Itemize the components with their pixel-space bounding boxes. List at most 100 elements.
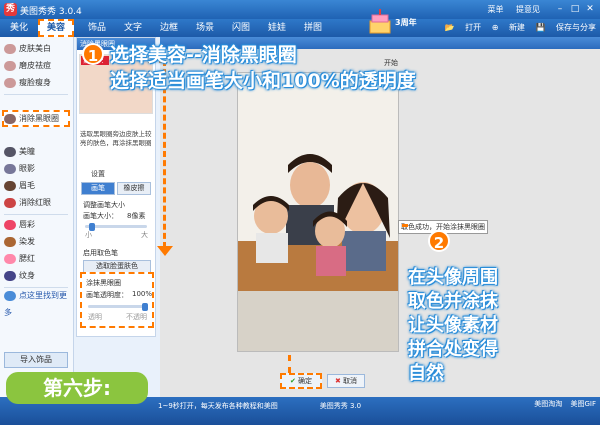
sidebar-item-lip[interactable]: 唇彩	[4, 216, 35, 233]
tab-beauty[interactable]: 美容	[38, 19, 74, 37]
opacity-label: 画笔透明度：	[86, 291, 128, 299]
import-accessory-button[interactable]: 导入饰品	[4, 352, 68, 368]
opacity-value: 100%	[132, 290, 153, 298]
hair-icon	[4, 236, 16, 247]
sidebar-item-red-eye[interactable]: 消除红眼	[4, 194, 51, 211]
family-photo	[238, 73, 398, 351]
app-logo-icon: 秀	[4, 3, 17, 16]
pick-color-label: 启用取色笔	[83, 249, 118, 257]
sidebar-item-skin-whiten[interactable]: 皮肤美白	[4, 40, 51, 57]
confirm-button[interactable]: ✔ 确定	[280, 373, 322, 389]
guide-dash-line	[402, 224, 408, 227]
meitu-gif-link[interactable]: 美图GIF	[570, 400, 596, 408]
step-six-label: 第六步:	[6, 372, 148, 404]
sidebar-item-slim-face[interactable]: 瘦脸瘦身	[4, 74, 51, 91]
brush-big-label: 大	[141, 231, 148, 239]
face-icon	[4, 43, 16, 54]
new-button[interactable]: ⊕ 新建	[492, 23, 525, 32]
step-1-instruction: 选择美容--消除黑眼圈	[110, 44, 297, 66]
more-link[interactable]: 点这里找到更多	[4, 287, 73, 317]
sidebar-item-label: 美瞳	[19, 147, 35, 156]
app-title: 美图秀秀 3.0.4	[20, 7, 82, 17]
face-icon	[4, 60, 16, 71]
sidebar-item-eyeshadow[interactable]: 眼影	[4, 160, 35, 177]
tab-beautify[interactable]: 美化	[2, 19, 36, 37]
minimize-icon[interactable]: –	[553, 3, 567, 15]
more-icon	[4, 290, 16, 301]
sidebar-item-label: 眉毛	[19, 181, 35, 190]
guide-dash-line	[288, 355, 291, 373]
tab-doll[interactable]: 娃娃	[260, 19, 294, 37]
close-icon[interactable]: ✕	[583, 3, 597, 15]
eye-icon	[4, 163, 16, 174]
opacity-slider[interactable]	[88, 305, 148, 308]
eye-icon	[4, 146, 16, 157]
sidebar-item-hair-dye[interactable]: 染发	[4, 233, 35, 250]
file-actions: 📂 打开 ⊕ 新建 💾 保存与分享	[437, 19, 596, 37]
open-label: 打开	[465, 23, 482, 32]
brush-button[interactable]: 画笔	[81, 182, 115, 195]
opacity-settings: 涂抹黑眼圈 画笔透明度： 100% 透明 不透明	[80, 272, 154, 328]
status-text: 1~9秒打开，每天发布各种教程和美图 美图秀秀 3.0	[158, 401, 361, 411]
tab-accessories[interactable]: 饰品	[80, 19, 114, 37]
sidebar-item-dark-circles[interactable]: 消除黑眼圈	[2, 110, 70, 127]
feedback-button[interactable]: 提意见	[516, 5, 540, 14]
sidebar-item-pupil[interactable]: 美瞳	[4, 143, 35, 160]
eye-icon	[4, 113, 16, 124]
divider	[4, 214, 68, 215]
maximize-icon[interactable]: □	[568, 3, 582, 15]
meitu-taotao-link[interactable]: 美图淘淘	[534, 400, 562, 408]
sidebar-item-label: 瘦脸瘦身	[19, 78, 51, 87]
step-2-line: 在头像周围	[408, 267, 498, 288]
eye-icon	[4, 197, 16, 208]
step-2-line: 拼合处变得	[408, 339, 498, 360]
opacity-max-label: 不透明	[126, 313, 147, 321]
step-1-number: 1	[82, 43, 104, 65]
divider	[4, 94, 68, 95]
title-bar: 秀 美图秀秀 3.0.4 菜单 提意见 – □ ✕	[0, 0, 600, 19]
tab-scene[interactable]: 场景	[188, 19, 222, 37]
tab-flash[interactable]: 闪图	[224, 19, 258, 37]
anniversary-badge: 3周年	[395, 17, 417, 27]
eyebrow-icon	[4, 180, 16, 191]
sidebar-item-eyebrow[interactable]: 眉毛	[4, 177, 35, 194]
sidebar-item-smooth-skin[interactable]: 磨皮祛痘	[4, 57, 51, 74]
x-icon: ✖	[334, 377, 341, 385]
panel-description: 选取黑眼圈旁边皮肤上较亮的肤色，再涂抹黑眼圈	[80, 130, 152, 147]
apply-label: 涂抹黑眼圈	[86, 279, 121, 287]
status-center: 美图秀秀 3.0	[319, 402, 362, 410]
cancel-button[interactable]: ✖ 取消	[327, 374, 365, 388]
step-2-line: 自然	[408, 363, 444, 384]
tab-frame[interactable]: 边框	[152, 19, 186, 37]
open-button[interactable]: 📂 打开	[445, 23, 482, 32]
sidebar-item-blush[interactable]: 腮红	[4, 250, 35, 267]
tab-collage[interactable]: 拼图	[296, 19, 330, 37]
confirm-label: 确定	[298, 377, 313, 385]
sidebar-item-label: 皮肤美白	[19, 44, 51, 53]
photo-canvas[interactable]	[237, 72, 399, 352]
brush-small-label: 小	[85, 231, 92, 239]
anniversary-cake-icon: 3周年	[369, 9, 417, 34]
step-2-line: 取色并涂抹	[408, 291, 498, 312]
top-menu: 菜单 提意见	[477, 4, 540, 15]
adjust-brush-label: 调整画笔大小	[83, 201, 125, 209]
brush-size-label: 画笔大小：	[83, 212, 118, 220]
sidebar-item-label: 染发	[19, 237, 35, 246]
menu-button[interactable]: 菜单	[487, 5, 503, 14]
sidebar-item-tattoo[interactable]: 纹身	[4, 267, 35, 284]
save-share-label: 保存与分享	[556, 23, 596, 32]
arrow-down-icon	[157, 246, 173, 256]
step-2-line: 让头像素材	[408, 315, 498, 336]
tab-text[interactable]: 文字	[116, 19, 150, 37]
brush-size-value: 8像素	[127, 212, 146, 220]
sidebar: 皮肤美白 磨皮祛痘 瘦脸瘦身 消除黑眼圈 美瞳 眼影 眉毛 消除红眼 唇彩 染发…	[0, 37, 74, 409]
sidebar-item-label: 消除红眼	[19, 198, 51, 207]
new-label: 新建	[508, 23, 525, 32]
save-share-button[interactable]: 💾 保存与分享	[535, 23, 596, 32]
step-2-instruction: 在头像周围 取色并涂抹 让头像素材 拼合处变得 自然	[408, 266, 598, 386]
opacity-handle[interactable]	[142, 303, 148, 311]
sidebar-item-label: 眼影	[19, 164, 35, 173]
eraser-button[interactable]: 橡皮擦	[117, 182, 151, 195]
tattoo-icon	[4, 270, 16, 281]
lips-icon	[4, 219, 16, 230]
